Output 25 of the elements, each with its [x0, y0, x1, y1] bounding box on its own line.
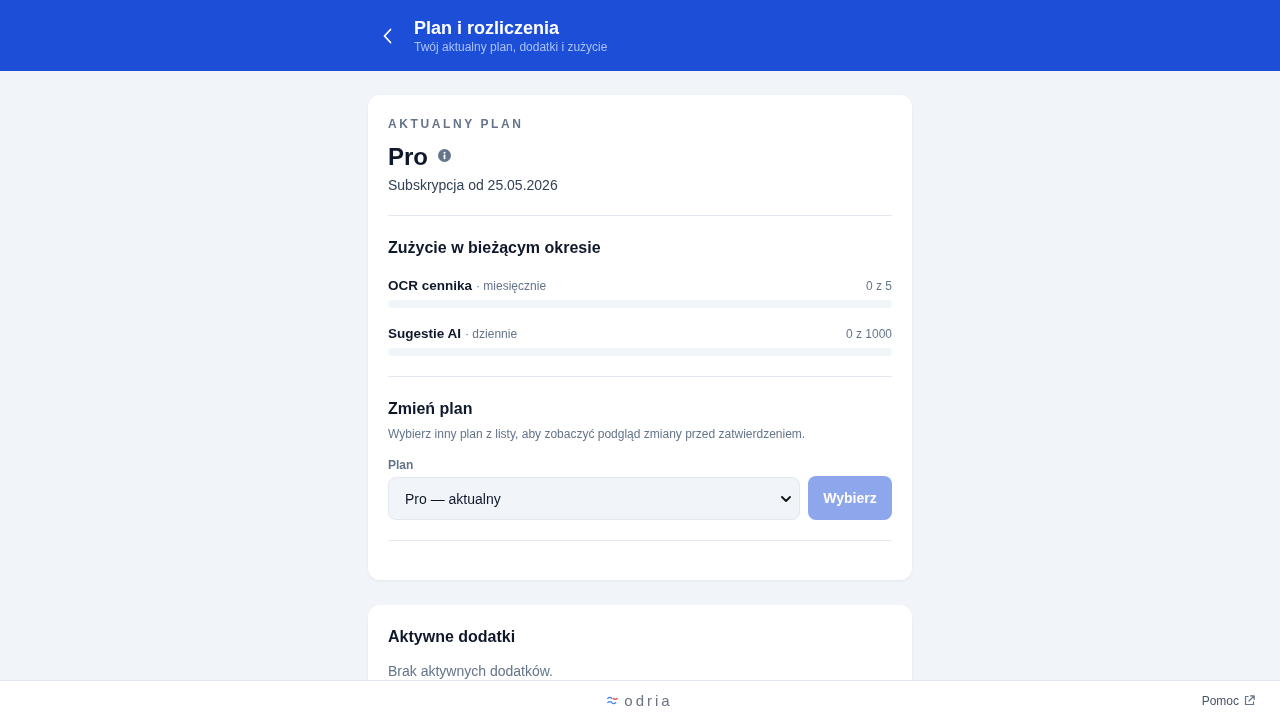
chevron-left-icon: [382, 27, 392, 44]
usage-count: 0 z 1000: [845, 326, 892, 343]
plan-name: Pro: [388, 142, 428, 172]
section-label: AKTUALNY PLAN: [388, 116, 525, 133]
external-link-icon: [1244, 695, 1255, 706]
usage-count: 0 z 5: [866, 278, 892, 295]
page-subtitle: Twój aktualny plan, dodatki i zużycie: [414, 39, 608, 55]
section-title: Zmień plan: [388, 399, 474, 419]
help-link[interactable]: Pomoc: [1201, 693, 1255, 708]
plan-select[interactable]: Pro — aktualny: [388, 477, 800, 520]
info-icon[interactable]: [438, 149, 451, 162]
usage-period: · dziennie: [465, 326, 518, 343]
subscription-date: Subskrypcja od 25.05.2026: [388, 176, 559, 195]
page-title: Plan i rozliczenia: [414, 17, 561, 39]
wave-lines-icon: [607, 696, 619, 705]
section-title: Zużycie w bieżącym okresie: [388, 238, 602, 258]
usage-period: · miesięcznie: [476, 278, 547, 295]
empty-state-text: Brak aktywnych dodatków.: [388, 662, 554, 680]
field-label: Plan: [388, 457, 415, 473]
section-description: Wybierz inny plan z listy, aby zobaczyć podgląd zmiany przed zatwierdzeniem.: [388, 426, 807, 442]
section-title: Aktywne dodatki: [388, 627, 517, 647]
usage-name: OCR cennika: [388, 277, 473, 295]
chevron-down-icon: [781, 495, 791, 502]
logo-text: odria: [624, 691, 673, 710]
usage-name: Sugestie AI: [388, 325, 462, 343]
